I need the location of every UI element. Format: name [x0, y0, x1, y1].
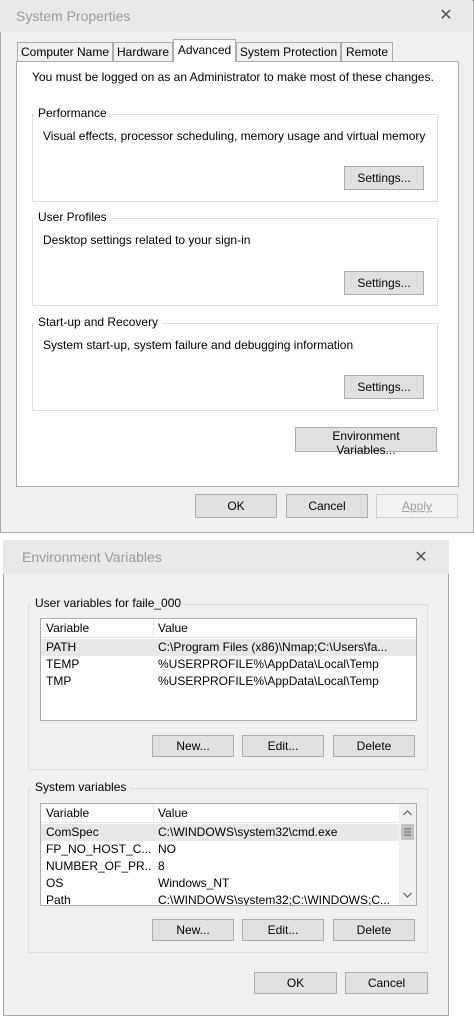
scroll-thumb[interactable]: [401, 824, 414, 840]
value-cell: %USERPROFILE%\AppData\Local\Temp: [158, 657, 379, 671]
user-edit-button[interactable]: Edit...: [242, 735, 324, 757]
system-variables-list[interactable]: Variable Value ComSpec C:\WINDOWS\system…: [40, 803, 417, 906]
variable-cell: Path: [46, 893, 71, 906]
list-header: Variable Value: [41, 619, 416, 638]
column-value[interactable]: Value: [158, 621, 188, 635]
column-variable[interactable]: Variable: [46, 621, 89, 635]
variable-cell: NUMBER_OF_PR...: [46, 859, 151, 873]
value-cell: C:\WINDOWS\system32\cmd.exe: [158, 825, 338, 839]
user-profiles-title: User Profiles: [34, 210, 111, 224]
startup-recovery-title: Start-up and Recovery: [34, 315, 163, 329]
tab-hardware[interactable]: Hardware: [113, 42, 173, 61]
system-variables-title: System variables: [31, 780, 131, 794]
user-profiles-settings-button[interactable]: Settings...: [344, 271, 424, 295]
performance-description: Visual effects, processor scheduling, me…: [43, 129, 426, 143]
value-cell: 8: [158, 859, 165, 873]
performance-title: Performance: [34, 106, 111, 120]
vertical-scrollbar[interactable]: [399, 804, 416, 905]
cancel-button[interactable]: Cancel: [286, 494, 368, 518]
variable-cell: TEMP: [46, 657, 80, 671]
system-delete-button[interactable]: Delete: [333, 919, 415, 941]
user-profiles-description: Desktop settings related to your sign-in: [43, 233, 251, 247]
table-row[interactable]: FP_NO_HOST_C... NO: [41, 841, 399, 858]
window-title: System Properties: [16, 8, 131, 24]
tab-system-protection[interactable]: System Protection: [236, 42, 341, 61]
variable-cell: FP_NO_HOST_C...: [46, 842, 151, 856]
column-divider[interactable]: [153, 619, 154, 638]
table-row[interactable]: Path C:\WINDOWS\system32;C:\WINDOWS;C...: [41, 892, 399, 906]
env-cancel-button[interactable]: Cancel: [345, 972, 428, 994]
value-cell: NO: [158, 842, 176, 856]
table-row[interactable]: TEMP %USERPROFILE%\AppData\Local\Temp: [41, 656, 416, 673]
tab-advanced[interactable]: Advanced: [173, 39, 236, 62]
startup-recovery-description: System start-up, system failure and debu…: [43, 338, 354, 352]
ok-button[interactable]: OK: [195, 494, 277, 518]
window-title: Environment Variables: [22, 549, 162, 565]
value-cell: %USERPROFILE%\AppData\Local\Temp: [158, 674, 379, 688]
user-new-button[interactable]: New...: [152, 735, 234, 757]
variable-cell: OS: [46, 876, 64, 890]
system-new-button[interactable]: New...: [152, 919, 234, 941]
value-cell: Windows_NT: [158, 876, 230, 890]
table-row[interactable]: OS Windows_NT: [41, 875, 399, 892]
startup-recovery-settings-button[interactable]: Settings...: [344, 375, 424, 399]
tab-remote[interactable]: Remote: [341, 42, 393, 61]
list-header: Variable Value: [41, 804, 399, 823]
scroll-up-arrow-icon[interactable]: [403, 810, 412, 816]
performance-settings-button[interactable]: Settings...: [344, 166, 424, 190]
scroll-down-arrow-icon[interactable]: [403, 892, 412, 898]
environment-variables-button[interactable]: Environment Variables...: [295, 427, 437, 457]
close-icon[interactable]: ✕: [404, 545, 438, 571]
user-delete-button[interactable]: Delete: [333, 735, 415, 757]
value-cell: C:\Program Files (x86)\Nmap;C:\Users\fa.…: [158, 640, 388, 654]
admin-note: You must be logged on as an Administrato…: [32, 70, 434, 84]
tab-computer-name[interactable]: Computer Name: [17, 42, 113, 61]
user-variables-list[interactable]: Variable Value PATH C:\Program Files (x8…: [40, 618, 417, 721]
column-variable[interactable]: Variable: [46, 806, 89, 820]
user-variables-title: User variables for faile_000: [31, 596, 186, 610]
column-divider[interactable]: [153, 804, 154, 823]
apply-button[interactable]: Apply: [376, 494, 458, 518]
close-icon[interactable]: ✕: [428, 2, 464, 30]
system-edit-button[interactable]: Edit...: [242, 919, 324, 941]
variable-cell: PATH: [46, 640, 77, 654]
table-row[interactable]: ComSpec C:\WINDOWS\system32\cmd.exe: [41, 824, 399, 841]
table-row[interactable]: TMP %USERPROFILE%\AppData\Local\Temp: [41, 673, 416, 690]
column-value[interactable]: Value: [158, 806, 188, 820]
grip-icon: [404, 828, 411, 836]
value-cell: C:\WINDOWS\system32;C:\WINDOWS;C...: [158, 893, 391, 906]
variable-cell: TMP: [46, 674, 72, 688]
table-row[interactable]: NUMBER_OF_PR... 8: [41, 858, 399, 875]
env-ok-button[interactable]: OK: [254, 972, 337, 994]
variable-cell: ComSpec: [46, 825, 99, 839]
table-row[interactable]: PATH C:\Program Files (x86)\Nmap;C:\User…: [41, 639, 416, 656]
